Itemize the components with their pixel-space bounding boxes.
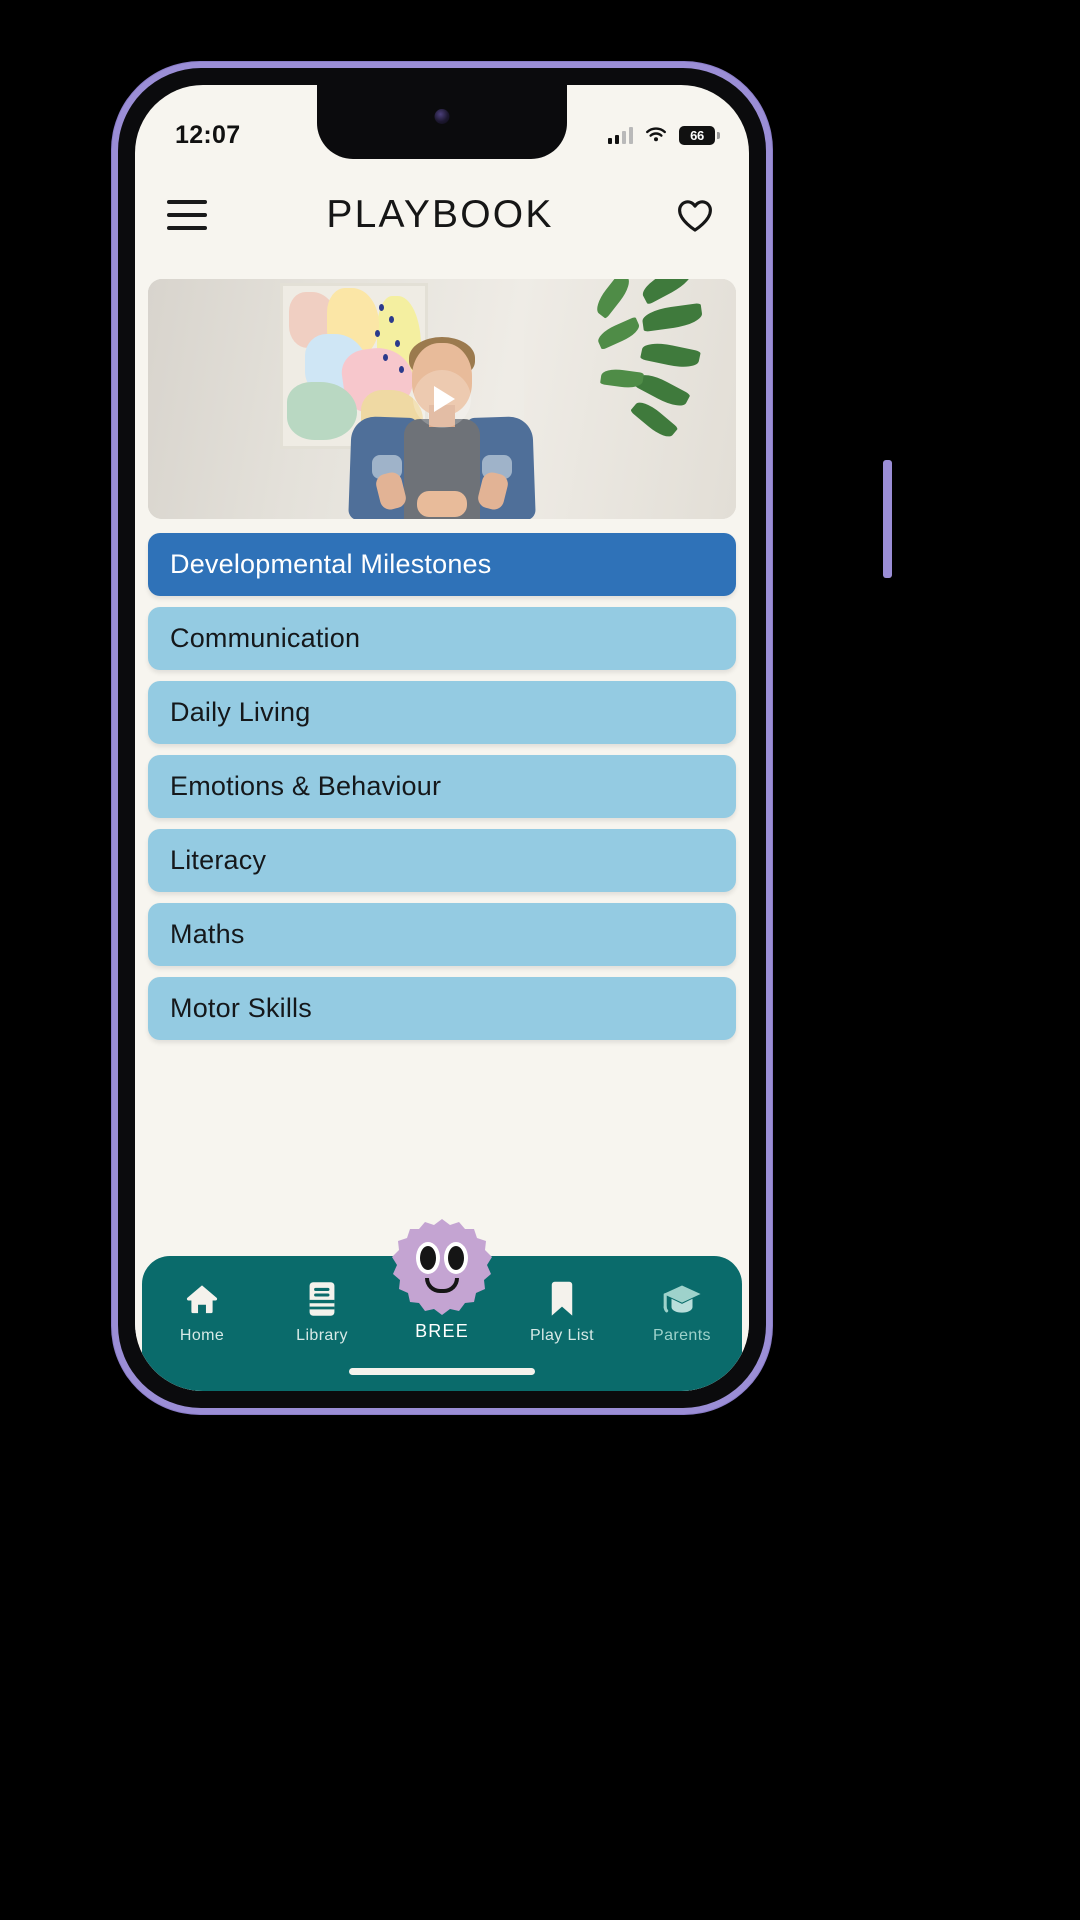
nav-label-parents: Parents xyxy=(653,1327,711,1344)
nav-item-library[interactable]: Library xyxy=(274,1278,370,1345)
bree-mascot-icon[interactable] xyxy=(386,1216,498,1328)
battery-icon: 66 xyxy=(679,125,720,145)
bree-eye-left xyxy=(420,1246,436,1270)
front-camera-icon xyxy=(434,109,450,124)
nav-item-play-list[interactable]: Play List xyxy=(514,1278,610,1345)
notch xyxy=(317,85,567,159)
phone-bezel: 12:07 66 PLAYBOOK Developmental Mileston… xyxy=(118,68,766,1408)
status-time: 12:07 xyxy=(175,120,241,149)
heart-icon[interactable] xyxy=(673,193,717,237)
home-icon xyxy=(182,1278,222,1318)
category-button-motor-skills[interactable]: Motor Skills xyxy=(148,977,736,1040)
nav-item-parents[interactable]: Parents xyxy=(634,1278,730,1345)
play-icon[interactable] xyxy=(413,370,471,428)
home-indicator[interactable] xyxy=(349,1368,535,1375)
page-title: PLAYBOOK xyxy=(326,193,554,236)
nav-item-bree[interactable]: BREE xyxy=(392,1219,492,1342)
app-header: PLAYBOOK xyxy=(135,159,749,271)
nav-label-play-list: Play List xyxy=(529,1327,595,1344)
category-button-developmental-milestones[interactable]: Developmental Milestones xyxy=(148,533,736,596)
category-button-literacy[interactable]: Literacy xyxy=(148,829,736,892)
phone-frame: 12:07 66 PLAYBOOK Developmental Mileston… xyxy=(112,62,892,1414)
book-icon xyxy=(305,1278,339,1318)
wifi-icon xyxy=(646,127,666,142)
bree-eye-right xyxy=(448,1246,464,1270)
phone-screen: 12:07 66 PLAYBOOK Developmental Mileston… xyxy=(135,85,749,1391)
power-button[interactable] xyxy=(883,460,892,578)
category-button-emotions-behaviour[interactable]: Emotions & Behaviour xyxy=(148,755,736,818)
category-list: Developmental Milestones Communication D… xyxy=(148,533,736,1040)
screenshot-root: 12:07 66 PLAYBOOK Developmental Mileston… xyxy=(0,0,1080,1920)
category-button-daily-living[interactable]: Daily Living xyxy=(148,681,736,744)
nav-label-home: Home xyxy=(179,1327,225,1344)
status-icons: 66 xyxy=(607,125,720,145)
battery-level: 66 xyxy=(690,127,704,143)
category-button-communication[interactable]: Communication xyxy=(148,607,736,670)
graduation-cap-icon xyxy=(661,1278,703,1318)
nav-item-home[interactable]: Home xyxy=(154,1278,250,1345)
signal-icon xyxy=(607,126,633,144)
bookmark-icon xyxy=(546,1278,578,1318)
category-button-maths[interactable]: Maths xyxy=(148,903,736,966)
video-player[interactable] xyxy=(148,279,736,519)
plant-decoration xyxy=(591,279,714,475)
hamburger-menu-icon[interactable] xyxy=(167,200,207,230)
nav-label-library: Library xyxy=(296,1327,348,1344)
